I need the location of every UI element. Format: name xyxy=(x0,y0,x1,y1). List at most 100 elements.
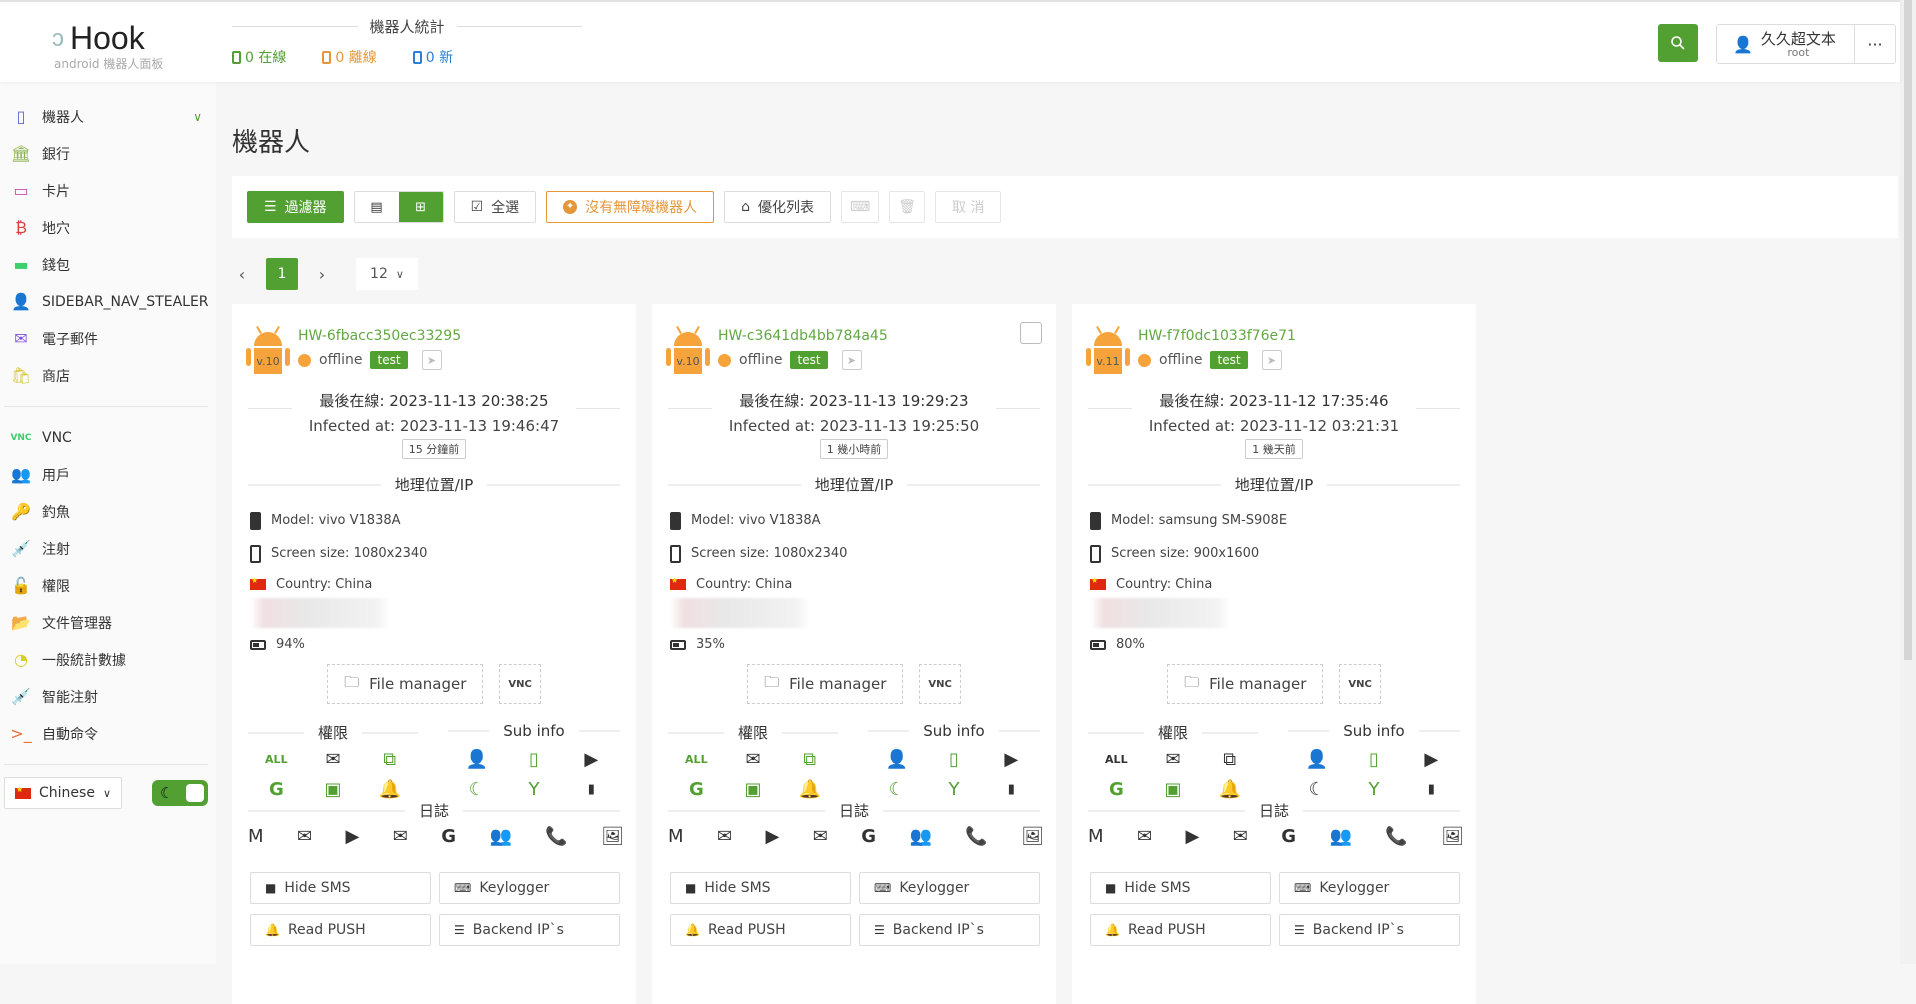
user-profile-button[interactable]: 👤 久久超文本 root xyxy=(1717,25,1855,63)
sidebar-item-label: 電子郵件 xyxy=(42,331,98,348)
file-manager-button[interactable]: 🗀 File manager xyxy=(1167,664,1324,704)
sidebar-item-b4[interactable]: 🔓 權限 xyxy=(0,567,216,604)
users-icon[interactable]: 👥 xyxy=(909,826,931,847)
sidebar-item-b1[interactable]: 👥 用戶 xyxy=(0,456,216,493)
no-accessibility-bots-button[interactable]: ✦ 沒有無障礙機器人 xyxy=(546,191,715,223)
backend-ips-button[interactable]: ☰ Backend IP`s xyxy=(859,914,1040,946)
bot-id-link[interactable]: HW-6fbacc350ec33295 xyxy=(298,328,461,344)
geo-section-header: 地理位置/IP xyxy=(248,474,620,495)
sidebar-item-6[interactable]: ✉ 電子郵件 xyxy=(0,320,216,357)
mobile-icon: ▯ xyxy=(949,749,959,770)
backend-ips-button[interactable]: ☰ Backend IP`s xyxy=(1279,914,1460,946)
sidebar-item-b6[interactable]: ◔ 一般統計數據 xyxy=(0,641,216,678)
sidebar-item-b2[interactable]: 🔑 釣魚 xyxy=(0,493,216,530)
cancel-button[interactable]: 取 消 xyxy=(935,191,1002,223)
vnc-button[interactable]: VNC xyxy=(1339,664,1381,704)
optimize-list-button[interactable]: ⌂ 優化列表 xyxy=(724,191,832,223)
more-options-button[interactable]: ··· xyxy=(1855,25,1895,63)
sidebar-item-7[interactable]: 🛍 商店 xyxy=(0,357,216,394)
telegram-icon[interactable]: ➤ xyxy=(841,350,862,370)
select-all-button[interactable]: ☑ 全選 xyxy=(453,191,537,223)
file-manager-button[interactable]: 🗀 File manager xyxy=(747,664,904,704)
sidebar-item-b0[interactable]: VNC VNC xyxy=(0,419,216,456)
phone-call-icon[interactable]: 📞 xyxy=(965,826,987,847)
read-push-button[interactable]: 🔔 Read PUSH xyxy=(1090,914,1271,946)
gmail-icon[interactable]: M xyxy=(248,826,264,847)
sidebar-item-5[interactable]: 👤 SIDEBAR_NAV_STEALER xyxy=(0,283,216,320)
sidebar-item-2[interactable]: ▭ 卡片 xyxy=(0,172,216,209)
sidebar-item-0[interactable]: ▯ 機器人 ∨ xyxy=(0,98,216,135)
envelope-icon[interactable]: ✉ xyxy=(393,826,408,847)
battery-level: 35% xyxy=(670,628,847,661)
bot-card[interactable]: v.10 HW-6fbacc350ec33295 offline test ➤ … xyxy=(232,304,636,1004)
prev-page-button[interactable]: ‹ xyxy=(232,265,252,284)
sidebar-item-1[interactable]: 🏛 銀行 xyxy=(0,135,216,172)
phone-call-icon[interactable]: 📞 xyxy=(545,826,567,847)
gmail-icon[interactable]: M xyxy=(668,826,684,847)
file-manager-button[interactable]: 🗀 File manager xyxy=(327,664,484,704)
user-menu[interactable]: 👤 久久超文本 root ··· xyxy=(1716,24,1896,64)
users-icon[interactable]: 👥 xyxy=(489,826,511,847)
sidebar-item-b5[interactable]: 📂 文件管理器 xyxy=(0,604,216,641)
language-select[interactable]: Chinese ∨ xyxy=(4,777,122,809)
envelope-icon[interactable]: ✉ xyxy=(1233,826,1248,847)
mail-open-icon[interactable]: ✉ xyxy=(297,826,312,847)
keyboard-icon: ⌨ xyxy=(1294,881,1312,895)
sidebar-item-b8[interactable]: >_ 自動命令 xyxy=(0,715,216,752)
vnc-button[interactable]: VNC xyxy=(919,664,961,704)
keylogger-button[interactable]: ⌨ Keylogger xyxy=(859,872,1040,904)
keylogger-button[interactable]: ⌨ Keylogger xyxy=(1279,872,1460,904)
play-store-icon[interactable]: ▶ xyxy=(345,826,359,847)
images-icon[interactable]: 🖼 xyxy=(1021,826,1044,847)
google-icon[interactable]: G xyxy=(861,826,876,847)
read-push-button[interactable]: 🔔 Read PUSH xyxy=(670,914,851,946)
images-icon[interactable]: 🖼 xyxy=(601,826,624,847)
users-icon[interactable]: 👥 xyxy=(1329,826,1351,847)
hide-sms-button[interactable]: ■ Hide SMS xyxy=(670,872,851,904)
page-size-select[interactable]: 12 ∨ xyxy=(356,258,418,290)
backend-ips-button[interactable]: ☰ Backend IP`s xyxy=(439,914,620,946)
telegram-icon[interactable]: ➤ xyxy=(1261,350,1282,370)
hide-sms-button[interactable]: ■ Hide SMS xyxy=(250,872,431,904)
images-icon[interactable]: 🖼 xyxy=(1441,826,1464,847)
hook-logo-icon: ↄ xyxy=(52,24,64,52)
page-button-current[interactable]: 1 xyxy=(266,258,298,290)
mail-open-icon[interactable]: ✉ xyxy=(1137,826,1152,847)
sidebar-item-b3[interactable]: 💉 注射 xyxy=(0,530,216,567)
bot-card[interactable]: v.10 HW-c3641db4bb784a45 offline test ➤ … xyxy=(652,304,1056,1004)
bot-select-checkbox[interactable] xyxy=(1020,322,1042,344)
sidebar-item-4[interactable]: ▬ 錢包 xyxy=(0,246,216,283)
phone-call-icon[interactable]: 📞 xyxy=(1385,826,1407,847)
google-icon[interactable]: G xyxy=(441,826,456,847)
mail-open-icon[interactable]: ✉ xyxy=(717,826,732,847)
bot-card[interactable]: v.11 HW-f7f0dc1033f76e71 offline test ➤ … xyxy=(1072,304,1476,1004)
telegram-icon[interactable]: ➤ xyxy=(421,350,442,370)
filter-button[interactable]: ☰ 過濾器 xyxy=(247,191,344,223)
read-push-button[interactable]: 🔔 Read PUSH xyxy=(250,914,431,946)
scrollbar-thumb[interactable] xyxy=(1904,0,1912,660)
all-permissions-icon: ALL xyxy=(1105,753,1128,766)
next-page-button[interactable]: › xyxy=(312,265,332,284)
google-icon[interactable]: G xyxy=(1281,826,1296,847)
sidebar-item-3[interactable]: ₿ 地穴 xyxy=(0,209,216,246)
terminal-button[interactable]: ⌨ xyxy=(841,191,880,223)
grid-view-button[interactable]: ⊞ xyxy=(398,192,443,222)
sidebar-item-b7[interactable]: 💉 智能注射 xyxy=(0,678,216,715)
hide-sms-button[interactable]: ■ Hide SMS xyxy=(1090,872,1271,904)
action-buttons: ■ Hide SMS ⌨ Keylogger 🔔 Read PUSH ☰ Backend… xyxy=(1090,872,1460,946)
page-scrollbar[interactable] xyxy=(1900,0,1916,964)
envelope-icon[interactable]: ✉ xyxy=(813,826,828,847)
play-store-icon[interactable]: ▶ xyxy=(765,826,779,847)
view-mode-switch[interactable]: ▤ ⊞ xyxy=(353,191,444,223)
gmail-icon[interactable]: M xyxy=(1088,826,1104,847)
app-logo[interactable]: ↄ Hook android 機器人面板 xyxy=(52,20,192,72)
list-view-button[interactable]: ▤ xyxy=(355,192,399,222)
dark-mode-toggle[interactable]: ☾ xyxy=(152,780,208,806)
keylogger-button[interactable]: ⌨ Keylogger xyxy=(439,872,620,904)
play-store-icon[interactable]: ▶ xyxy=(1185,826,1199,847)
vnc-button[interactable]: VNC xyxy=(499,664,541,704)
bot-id-link[interactable]: HW-f7f0dc1033f76e71 xyxy=(1138,328,1296,344)
search-button[interactable] xyxy=(1658,24,1698,62)
delete-button[interactable]: 🗑 xyxy=(889,191,926,223)
bot-id-link[interactable]: HW-c3641db4bb784a45 xyxy=(718,328,888,344)
